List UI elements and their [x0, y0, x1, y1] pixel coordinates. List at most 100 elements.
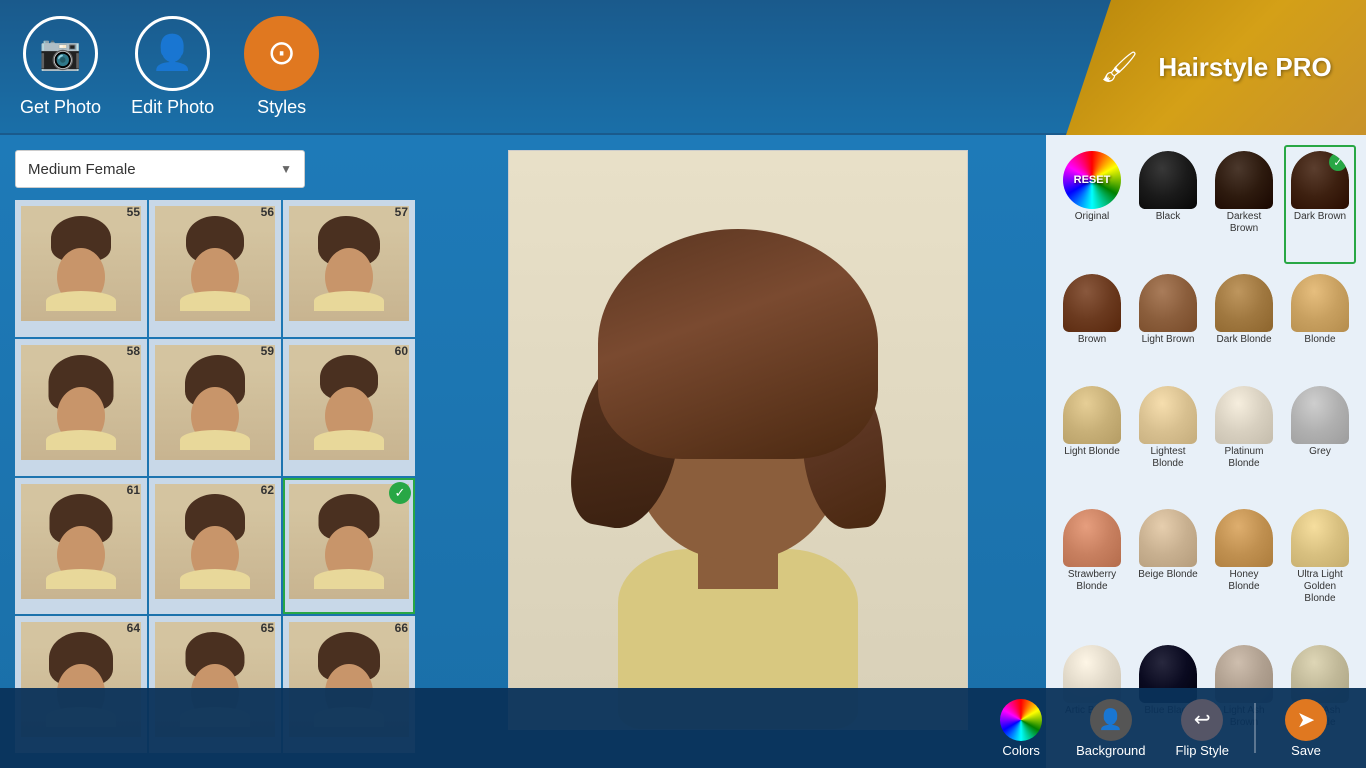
- color-swatch-light-blonde: [1063, 386, 1121, 444]
- color-item-black[interactable]: Black: [1132, 145, 1204, 264]
- color-item-original[interactable]: RESETOriginal: [1056, 145, 1128, 264]
- style-item-55[interactable]: 55: [15, 200, 147, 337]
- swatch-inner-grey: [1291, 386, 1349, 444]
- color-label-blonde: Blonde: [1304, 334, 1335, 346]
- color-label-light-brown: Light Brown: [1142, 334, 1195, 346]
- person-silhouette: [548, 169, 928, 729]
- style-item-60[interactable]: 60: [283, 339, 415, 476]
- style-thumb-61: [21, 484, 141, 599]
- color-swatch-platinum-blonde: [1215, 386, 1273, 444]
- left-panel: Medium Female ▼ 55 56 57 585960 61 62 63✓ 64 65 6…: [0, 135, 430, 768]
- style-item-63[interactable]: 63✓: [283, 478, 415, 615]
- style-category-dropdown[interactable]: Medium Female ▼: [15, 150, 305, 188]
- shoulders-60: [314, 430, 384, 450]
- color-item-darkest-brown[interactable]: Darkest Brown: [1208, 145, 1280, 264]
- hair-illustration-55: [46, 216, 116, 311]
- style-item-56[interactable]: 56: [149, 200, 281, 337]
- color-item-honey-blonde[interactable]: Honey Blonde: [1208, 503, 1280, 634]
- color-item-dark-brown[interactable]: ✓Dark Brown: [1284, 145, 1356, 264]
- shoulders-56: [180, 291, 250, 311]
- shoulders-57: [314, 291, 384, 311]
- style-number-62: 62: [261, 483, 274, 497]
- shoulders-58: [46, 430, 116, 450]
- color-swatch-strawberry-blonde: [1063, 509, 1121, 567]
- color-label-ultra-light-golden-blonde: Ultra Light Golden Blonde: [1290, 569, 1350, 605]
- hair-illustration-61: [46, 494, 116, 589]
- color-label-dark-brown: Dark Brown: [1294, 211, 1346, 223]
- color-item-ultra-light-golden-blonde[interactable]: Ultra Light Golden Blonde: [1284, 503, 1356, 634]
- save-icon: ➤: [1285, 699, 1327, 741]
- reset-swatch: RESET: [1063, 151, 1121, 209]
- nav-styles[interactable]: ⊙ Styles: [244, 16, 319, 118]
- photo-preview: [508, 150, 968, 730]
- nav-edit-photo[interactable]: 👤 Edit Photo: [131, 16, 214, 118]
- style-item-59[interactable]: 59: [149, 339, 281, 476]
- background-button[interactable]: 👤 Background: [1061, 691, 1160, 766]
- hair-illustration-57: [314, 216, 384, 311]
- swatch-inner-ultra-light-golden-blonde: [1291, 509, 1349, 567]
- hair-illustration-63: [314, 494, 384, 589]
- swatch-inner-honey-blonde: [1215, 509, 1273, 567]
- style-item-61[interactable]: 61: [15, 478, 147, 615]
- color-item-grey[interactable]: Grey: [1284, 380, 1356, 499]
- hair-illustration-59: [180, 355, 250, 450]
- edit-photo-icon: 👤: [135, 16, 210, 91]
- swatch-inner-light-brown: [1139, 274, 1197, 332]
- color-item-light-brown[interactable]: Light Brown: [1132, 268, 1204, 375]
- style-number-66: 66: [395, 621, 408, 635]
- swatch-inner-brown: [1063, 274, 1121, 332]
- colors-button[interactable]: Colors: [981, 691, 1061, 766]
- color-item-strawberry-blonde[interactable]: Strawberry Blonde: [1056, 503, 1128, 634]
- color-item-light-blonde[interactable]: Light Blonde: [1056, 380, 1128, 499]
- shoulders-62: [180, 569, 250, 589]
- style-number-56: 56: [261, 205, 274, 219]
- flip-style-button[interactable]: ↩ Flip Style: [1161, 691, 1244, 766]
- color-label-strawberry-blonde: Strawberry Blonde: [1062, 569, 1122, 593]
- dropdown-container: Medium Female ▼: [15, 150, 415, 188]
- save-button[interactable]: ➤ Save: [1266, 691, 1346, 766]
- swatch-inner-strawberry-blonde: [1063, 509, 1121, 567]
- color-item-beige-blonde[interactable]: Beige Blonde: [1132, 503, 1204, 634]
- style-item-62[interactable]: 62: [149, 478, 281, 615]
- color-swatch-dark-blonde: [1215, 274, 1273, 332]
- color-item-blonde[interactable]: Blonde: [1284, 268, 1356, 375]
- swatch-inner-lightest-blonde: [1139, 386, 1197, 444]
- color-swatch-light-brown: [1139, 274, 1197, 332]
- style-item-57[interactable]: 57: [283, 200, 415, 337]
- app-logo: 🖌 Hairstyle PRO: [1066, 0, 1366, 135]
- color-label-platinum-blonde: Platinum Blonde: [1214, 446, 1274, 470]
- swatch-inner-blonde: [1291, 274, 1349, 332]
- shoulders-63: [314, 569, 384, 589]
- color-label-black: Black: [1156, 211, 1180, 223]
- style-number-55: 55: [127, 205, 140, 219]
- color-item-lightest-blonde[interactable]: Lightest Blonde: [1132, 380, 1204, 499]
- color-swatch-ultra-light-golden-blonde: [1291, 509, 1349, 567]
- footer-divider: [1254, 703, 1256, 753]
- color-item-platinum-blonde[interactable]: Platinum Blonde: [1208, 380, 1280, 499]
- person-hair: [598, 229, 878, 459]
- style-number-64: 64: [127, 621, 140, 635]
- color-item-dark-blonde[interactable]: Dark Blonde: [1208, 268, 1280, 375]
- color-swatch-beige-blonde: [1139, 509, 1197, 567]
- style-number-61: 61: [127, 483, 140, 497]
- center-panel: [430, 135, 1046, 768]
- styles-label: Styles: [257, 97, 306, 118]
- color-label-darkest-brown: Darkest Brown: [1214, 211, 1274, 235]
- style-number-65: 65: [261, 621, 274, 635]
- style-item-58[interactable]: 58: [15, 339, 147, 476]
- style-number-57: 57: [395, 205, 408, 219]
- style-thumb-55: [21, 206, 141, 321]
- shoulders-55: [46, 291, 116, 311]
- style-thumb-58: [21, 345, 141, 460]
- color-label-light-blonde: Light Blonde: [1064, 446, 1120, 458]
- footer-bar: Colors 👤 Background ↩ Flip Style ➤ Save: [0, 688, 1366, 768]
- color-swatch-black: [1139, 151, 1197, 209]
- color-swatch-blonde: [1291, 274, 1349, 332]
- nav-get-photo[interactable]: 📷 Get Photo: [20, 16, 101, 118]
- color-swatch-lightest-blonde: [1139, 386, 1197, 444]
- get-photo-icon: 📷: [23, 16, 98, 91]
- selected-check-63: ✓: [389, 482, 411, 504]
- styles-icon: ⊙: [244, 16, 319, 91]
- color-item-brown[interactable]: Brown: [1056, 268, 1128, 375]
- hair-illustration-58: [46, 355, 116, 450]
